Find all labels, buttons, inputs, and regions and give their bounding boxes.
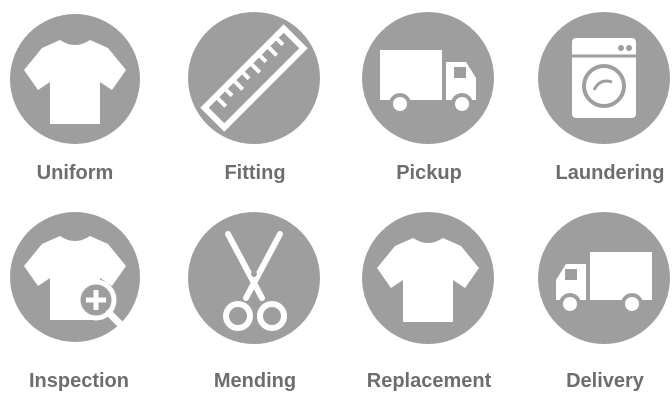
service-inspection[interactable]: Inspection <box>0 200 170 392</box>
tshirt-icon <box>10 14 140 144</box>
service-fitting[interactable]: Fitting <box>170 0 340 200</box>
service-pickup[interactable]: Pickup <box>340 0 510 200</box>
service-mending[interactable]: Mending <box>170 200 340 392</box>
truck-icon <box>362 12 494 144</box>
washing-machine-icon <box>538 12 670 144</box>
scissors-icon <box>188 212 320 344</box>
ruler-icon <box>188 12 320 144</box>
service-uniform[interactable]: Uniform <box>0 0 170 200</box>
service-label: Pickup <box>396 162 462 184</box>
service-replacement[interactable]: Replacement <box>340 200 510 392</box>
service-laundering[interactable]: Laundering <box>508 0 672 200</box>
service-delivery[interactable]: Delivery <box>508 200 672 392</box>
service-label: Replacement <box>366 370 492 392</box>
truck-icon <box>538 212 670 344</box>
service-label: Mending <box>213 370 297 392</box>
service-label: Delivery <box>566 370 644 392</box>
tshirt-magnifier-plus-icon <box>10 212 140 342</box>
service-label: Laundering <box>555 162 665 184</box>
service-label: Inspection <box>28 370 129 392</box>
service-label: Uniform <box>36 162 114 184</box>
service-label: Fitting <box>224 162 286 184</box>
tshirt-icon <box>362 212 494 344</box>
